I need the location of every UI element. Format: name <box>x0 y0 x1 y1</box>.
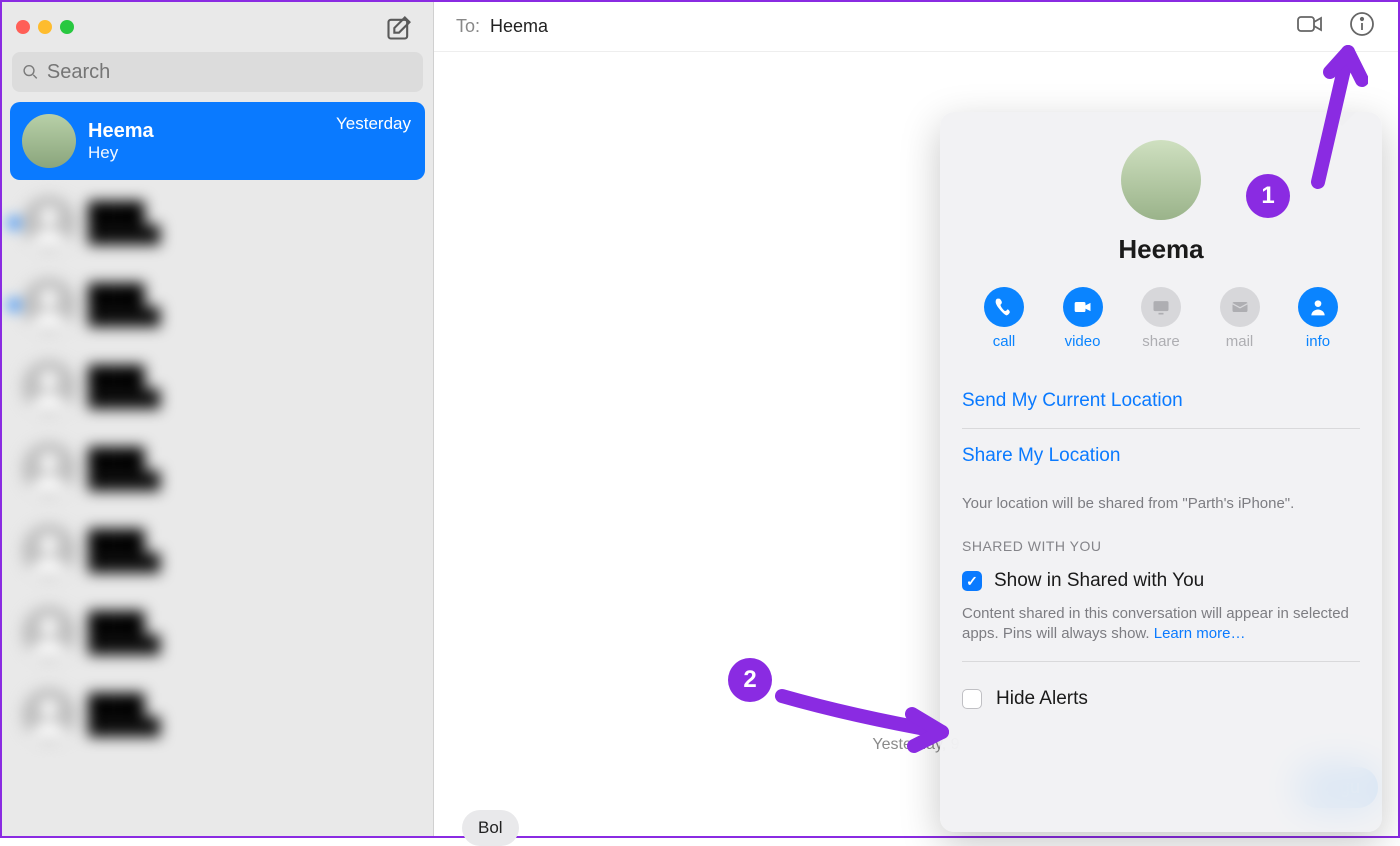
annotation-badge-2: 2 <box>728 658 772 702</box>
conversation-header: To: Heema <box>434 2 1398 52</box>
incoming-message: Bol <box>462 810 519 846</box>
phone-icon <box>994 297 1014 317</box>
mail-icon <box>1230 297 1250 317</box>
conversation-item[interactable]: Heema Hey Yesterday <box>10 102 425 180</box>
search-icon <box>22 63 39 81</box>
annotation-badge-1: 1 <box>1246 174 1290 218</box>
hide-alerts-row[interactable]: Hide Alerts <box>962 662 1360 720</box>
avatar <box>22 688 76 742</box>
sidebar: Heema Hey Yesterday ██████████ █████████… <box>2 2 434 836</box>
conversation-item: ██████████ <box>10 184 425 262</box>
conversation-item: ██████████ <box>10 594 425 672</box>
conversation-item: ██████████ <box>10 430 425 508</box>
avatar <box>22 196 76 250</box>
conversation-time: Yesterday <box>336 114 411 134</box>
avatar <box>22 278 76 332</box>
conversation-preview: Hey <box>88 143 413 163</box>
to-label: To: <box>456 16 480 37</box>
search-field[interactable] <box>12 52 423 92</box>
unread-dot-icon <box>8 299 20 311</box>
conversation-item: ██████████ <box>10 512 425 590</box>
conversation-item: ██████████ <box>10 348 425 426</box>
contact-name: Heema <box>962 234 1360 265</box>
avatar <box>22 114 76 168</box>
avatar <box>22 606 76 660</box>
unread-dot-icon <box>8 217 20 229</box>
avatar <box>22 360 76 414</box>
close-window-button[interactable] <box>16 20 30 34</box>
contact-actions: call video share mail <box>962 287 1360 374</box>
annotation-arrow-2 <box>772 676 972 756</box>
avatar <box>22 442 76 496</box>
maximize-window-button[interactable] <box>60 20 74 34</box>
learn-more-link[interactable]: Learn more… <box>1154 625 1246 642</box>
contact-avatar <box>1121 140 1201 220</box>
app-window: Heema Hey Yesterday ██████████ █████████… <box>2 2 1398 836</box>
share-button: share <box>1127 287 1195 350</box>
conversation-list: Heema Hey Yesterday ██████████ █████████… <box>2 102 433 836</box>
shared-with-you-section: SHARED WITH YOU <box>962 538 1360 564</box>
conversation-item: ██████████ <box>10 266 425 344</box>
details-popover: Heema call video share <box>940 112 1382 832</box>
location-hint: Your location will be shared from "Parth… <box>962 483 1360 538</box>
person-icon <box>1308 297 1328 317</box>
share-screen-icon <box>1151 297 1171 317</box>
window-controls <box>16 20 74 34</box>
info-button[interactable]: info <box>1284 287 1352 350</box>
hide-alerts-label: Hide Alerts <box>996 688 1088 710</box>
titlebar <box>2 2 433 52</box>
annotation-arrow-1 <box>1268 32 1368 192</box>
conversation-item: ██████████ <box>10 676 425 754</box>
show-in-shared-label: Show in Shared with You <box>994 570 1204 592</box>
search-input[interactable] <box>47 61 413 84</box>
minimize-window-button[interactable] <box>38 20 52 34</box>
share-my-location-link[interactable]: Share My Location <box>962 429 1360 483</box>
to-name: Heema <box>490 16 548 37</box>
shared-hint: Content shared in this conversation will… <box>962 604 1360 662</box>
video-icon <box>1073 297 1093 317</box>
avatar <box>22 524 76 578</box>
show-in-shared-row[interactable]: Show in Shared with You <box>962 564 1360 604</box>
mail-button: mail <box>1206 287 1274 350</box>
show-in-shared-checkbox[interactable] <box>962 571 982 591</box>
compose-button[interactable] <box>385 14 413 42</box>
send-current-location-link[interactable]: Send My Current Location <box>962 374 1360 429</box>
call-button[interactable]: call <box>970 287 1038 350</box>
video-button[interactable]: video <box>1049 287 1117 350</box>
